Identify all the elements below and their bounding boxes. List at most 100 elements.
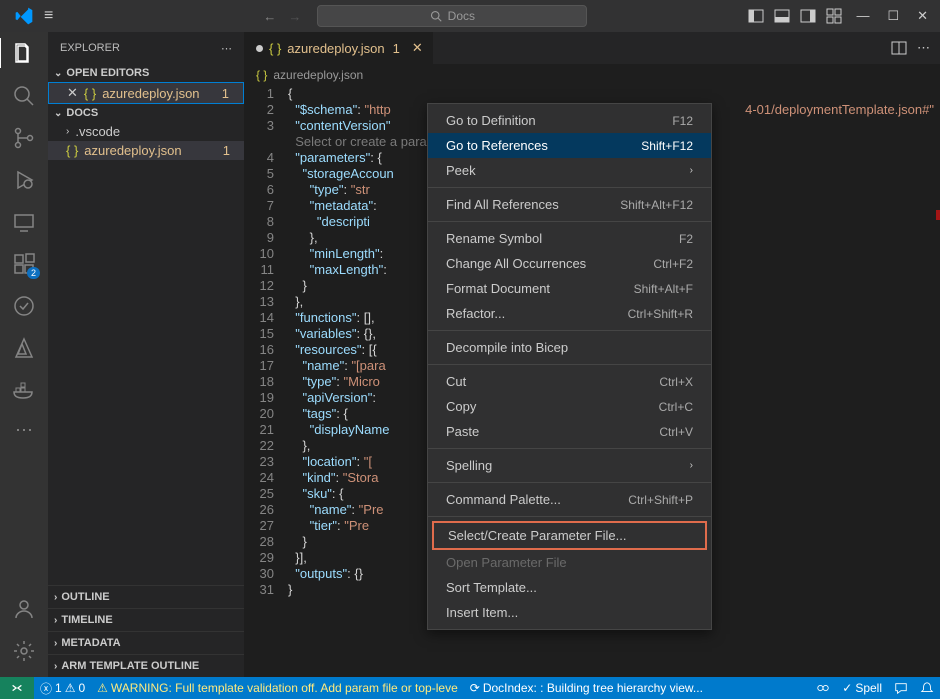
spell-status[interactable]: ✓Spell — [836, 681, 888, 695]
settings-icon[interactable] — [12, 639, 36, 663]
folder-item[interactable]: › .vscode — [48, 122, 244, 141]
chevron-right-icon: › — [54, 638, 57, 649]
chevron-right-icon: › — [54, 592, 57, 603]
copilot-icon[interactable] — [810, 681, 836, 695]
menu-item-sort-template[interactable]: Sort Template... — [428, 575, 711, 600]
search-box[interactable]: Docs — [317, 5, 587, 27]
close-tab-icon[interactable]: ✕ — [412, 40, 423, 56]
menu-item-cut[interactable]: CutCtrl+X — [428, 369, 711, 394]
menu-item-refactor[interactable]: Refactor...Ctrl+Shift+R — [428, 301, 711, 326]
close-icon[interactable]: ✕ — [917, 8, 928, 24]
statusbar: ⓧ1 ⚠0 ⚠ WARNING: Full template validatio… — [0, 677, 940, 699]
menu-item-select-create-parameter-file[interactable]: Select/Create Parameter File... — [432, 521, 707, 550]
menu-item-format-document[interactable]: Format DocumentShift+Alt+F — [428, 276, 711, 301]
json-file-icon: { } — [256, 68, 267, 82]
nav-arrows: ← → — [263, 9, 301, 24]
context-menu: Go to DefinitionF12Go to ReferencesShift… — [427, 103, 712, 630]
more-icon[interactable]: ⋯ — [15, 420, 33, 441]
error-indicator — [936, 210, 940, 220]
extensions-icon[interactable]: 2 — [12, 252, 36, 276]
menu-item-paste[interactable]: PasteCtrl+V — [428, 419, 711, 444]
warning-icon: ⚠ — [97, 681, 108, 695]
file-item[interactable]: { } azuredeploy.json 1 — [48, 141, 244, 160]
nav-back-icon[interactable]: ← — [263, 9, 276, 24]
menu-item-rename-symbol[interactable]: Rename SymbolF2 — [428, 226, 711, 251]
metadata-section[interactable]: ›METADATA — [48, 631, 244, 654]
outline-section[interactable]: ›OUTLINE — [48, 585, 244, 608]
modified-dot-icon — [256, 45, 263, 52]
search-placeholder: Docs — [448, 9, 475, 23]
open-editor-item[interactable]: ✕ { } azuredeploy.json 1 — [48, 82, 244, 104]
docindex-status[interactable]: ⟳ DocIndex: : Building tree hierarchy vi… — [464, 681, 709, 695]
maximize-icon[interactable]: ☐ — [887, 8, 899, 24]
debug-icon[interactable] — [12, 168, 36, 192]
menu-item-copy[interactable]: CopyCtrl+C — [428, 394, 711, 419]
source-control-icon[interactable] — [12, 126, 36, 150]
split-editor-icon[interactable] — [891, 40, 907, 56]
json-file-icon: { } — [66, 143, 78, 158]
more-icon[interactable]: ⋯ — [917, 40, 930, 56]
menu-separator — [428, 221, 711, 222]
line-gutter: 1234567891011121314151617181920212223242… — [244, 86, 288, 677]
account-icon[interactable] — [12, 597, 36, 621]
menu-item-go-to-definition[interactable]: Go to DefinitionF12 — [428, 108, 711, 133]
layout-icons — [748, 8, 842, 24]
menu-item-change-all-occurrences[interactable]: Change All OccurrencesCtrl+F2 — [428, 251, 711, 276]
problems-indicator[interactable]: ⓧ1 ⚠0 — [34, 680, 91, 697]
nav-forward-icon[interactable]: → — [288, 9, 301, 24]
panel-right-icon[interactable] — [800, 8, 816, 24]
warning-message[interactable]: ⚠ WARNING: Full template validation off.… — [91, 681, 464, 695]
menu-item-insert-item[interactable]: Insert Item... — [428, 600, 711, 625]
activity-bar: 2 ⋯ — [0, 32, 48, 677]
menu-item-decompile-into-bicep[interactable]: Decompile into Bicep — [428, 335, 711, 360]
chevron-right-icon: › — [690, 460, 693, 471]
testing-icon[interactable] — [12, 294, 36, 318]
menu-separator — [428, 482, 711, 483]
editor-tab[interactable]: { } azuredeploy.json 1 ✕ — [244, 32, 434, 64]
window-controls: — ☐ ✕ — [856, 8, 928, 24]
menu-separator — [428, 330, 711, 331]
vscode-logo-icon — [14, 6, 34, 26]
docker-icon[interactable] — [12, 378, 36, 402]
menu-icon[interactable]: ≡ — [44, 7, 53, 25]
menu-item-go-to-references[interactable]: Go to ReferencesShift+F12 — [428, 133, 711, 158]
more-icon[interactable]: ⋯ — [221, 42, 232, 55]
menu-item-command-palette[interactable]: Command Palette...Ctrl+Shift+P — [428, 487, 711, 512]
search-icon — [430, 10, 442, 22]
menu-separator — [428, 364, 711, 365]
layout-icon[interactable] — [826, 8, 842, 24]
panel-bottom-icon[interactable] — [774, 8, 790, 24]
close-icon[interactable]: ✕ — [67, 85, 78, 101]
error-icon: ⓧ — [40, 680, 52, 697]
chevron-down-icon: ⌄ — [54, 68, 62, 79]
json-file-icon: { } — [84, 86, 96, 101]
menu-separator — [428, 448, 711, 449]
explorer-icon[interactable] — [12, 42, 36, 66]
menu-item-find-all-references[interactable]: Find All ReferencesShift+Alt+F12 — [428, 192, 711, 217]
timeline-section[interactable]: ›TIMELINE — [48, 608, 244, 631]
panel-left-icon[interactable] — [748, 8, 764, 24]
chevron-right-icon: › — [66, 126, 69, 137]
remote-indicator[interactable] — [0, 677, 34, 699]
menu-item-peek[interactable]: Peek› — [428, 158, 711, 183]
explorer-title: EXPLORER — [60, 42, 120, 54]
menu-item-spelling[interactable]: Spelling› — [428, 453, 711, 478]
azure-icon[interactable] — [12, 336, 36, 360]
docs-section[interactable]: ⌄ DOCS — [48, 104, 244, 122]
editor-tabs: { } azuredeploy.json 1 ✕ ⋯ — [244, 32, 940, 64]
menu-item-open-parameter-file: Open Parameter File — [428, 550, 711, 575]
notifications-icon[interactable] — [914, 681, 940, 695]
remote-explorer-icon[interactable] — [12, 210, 36, 234]
chevron-right-icon: › — [54, 661, 57, 672]
chevron-right-icon: › — [54, 615, 57, 626]
explorer-header: EXPLORER ⋯ — [48, 32, 244, 64]
breadcrumb[interactable]: { } azuredeploy.json — [244, 64, 940, 86]
minimize-icon[interactable]: — — [856, 8, 869, 24]
feedback-icon[interactable] — [888, 681, 914, 695]
arm-template-section[interactable]: ›ARM TEMPLATE OUTLINE — [48, 654, 244, 677]
menu-separator — [428, 516, 711, 517]
open-editors-section[interactable]: ⌄ OPEN EDITORS — [48, 64, 244, 82]
search-activity-icon[interactable] — [12, 84, 36, 108]
explorer-sidebar: EXPLORER ⋯ ⌄ OPEN EDITORS ✕ { } azuredep… — [48, 32, 244, 677]
warning-icon: ⚠ — [65, 681, 76, 695]
